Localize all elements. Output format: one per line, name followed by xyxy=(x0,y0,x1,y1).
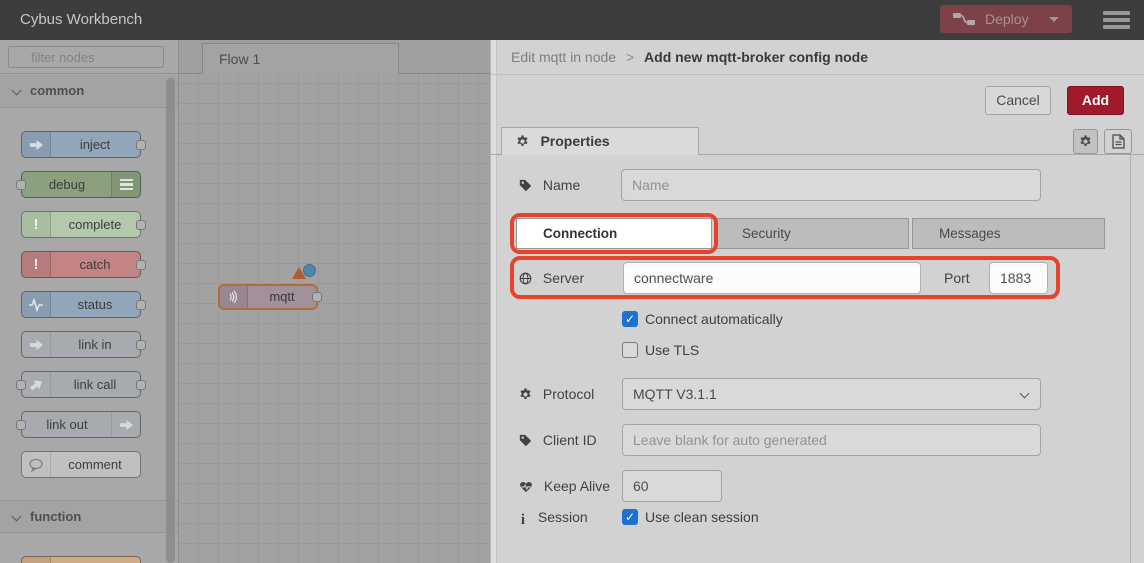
workspace-pane: Flow 1 mqtt xyxy=(179,40,490,563)
palette-node-link-in[interactable]: link in xyxy=(21,331,141,358)
chevron-down-icon xyxy=(1020,389,1030,399)
tab-messages[interactable]: Messages xyxy=(912,218,1105,249)
deploy-icon xyxy=(953,11,975,27)
palette-node-complete[interactable]: ! complete xyxy=(21,211,141,238)
use-clean-session-label[interactable]: Use clean session xyxy=(645,509,759,526)
breadcrumb-parent[interactable]: Edit mqtt in node xyxy=(511,49,616,65)
output-port[interactable] xyxy=(136,380,146,390)
input-port[interactable] xyxy=(16,420,26,430)
palette-node-catch[interactable]: ! catch xyxy=(21,251,141,278)
palette-search-row xyxy=(0,40,178,74)
palette-node-function-partial[interactable] xyxy=(21,556,141,563)
port-input[interactable] xyxy=(989,262,1048,294)
palette-category-function[interactable]: function xyxy=(0,500,178,533)
add-button[interactable]: Add xyxy=(1067,86,1124,115)
chevron-down-icon xyxy=(12,86,22,96)
deploy-dropdown-caret-icon[interactable] xyxy=(1049,17,1059,22)
palette-scrollbar[interactable] xyxy=(166,78,175,563)
cybus-workbench-window: Cybus Workbench Deploy common inj xyxy=(0,0,1144,563)
name-input[interactable] xyxy=(621,169,1041,201)
use-tls-label[interactable]: Use TLS xyxy=(645,342,699,359)
tab-connection[interactable]: Connection xyxy=(516,218,712,249)
breadcrumb-separator: > xyxy=(626,49,634,65)
node-changed-marker-icon xyxy=(303,264,316,277)
form-scroll-divider xyxy=(1130,155,1131,563)
function-icon xyxy=(22,557,51,563)
output-port[interactable] xyxy=(136,300,146,310)
connect-automatically-label[interactable]: Connect automatically xyxy=(645,311,783,328)
tag-icon xyxy=(519,434,532,447)
flow-canvas[interactable]: mqtt xyxy=(179,74,490,563)
breadcrumb-current: Add new mqtt-broker config node xyxy=(644,49,868,65)
server-input[interactable] xyxy=(623,262,921,294)
info-icon: i xyxy=(519,512,527,529)
tag-icon xyxy=(519,179,532,192)
gear-icon xyxy=(1079,135,1092,148)
input-port[interactable] xyxy=(16,380,26,390)
edit-config-tray: Edit mqtt in node > Add new mqtt-broker … xyxy=(490,40,1144,563)
deploy-button[interactable]: Deploy xyxy=(940,5,1072,33)
palette-node-link-call[interactable]: link call xyxy=(21,371,141,398)
cancel-button[interactable]: Cancel xyxy=(985,86,1051,115)
main-menu-icon[interactable] xyxy=(1103,11,1130,29)
client-id-field-label: Client ID xyxy=(519,424,597,456)
deploy-label: Deploy xyxy=(985,11,1029,27)
port-field-label: Port xyxy=(944,262,970,294)
tab-security[interactable]: Security xyxy=(715,218,909,249)
use-clean-session-checkbox[interactable]: ✓ xyxy=(622,509,638,525)
header-bar: Cybus Workbench Deploy xyxy=(0,0,1144,40)
palette-node-comment[interactable]: comment xyxy=(21,451,141,478)
keep-alive-field-label: Keep Alive xyxy=(519,470,610,502)
palette-node-status[interactable]: status xyxy=(21,291,141,318)
filter-nodes-input[interactable] xyxy=(8,46,164,68)
palette-node-inject[interactable]: inject xyxy=(21,131,141,158)
output-port[interactable] xyxy=(136,220,146,230)
workspace-tabbar: Flow 1 xyxy=(179,40,490,74)
document-icon xyxy=(1112,134,1125,149)
globe-icon xyxy=(519,272,532,285)
edit-properties-toggle-button[interactable] xyxy=(1073,129,1098,154)
output-port[interactable] xyxy=(136,260,146,270)
use-tls-checkbox[interactable] xyxy=(622,342,638,358)
tab-flow-1[interactable]: Flow 1 xyxy=(202,43,399,74)
gear-icon xyxy=(519,388,532,401)
connect-automatically-checkbox[interactable]: ✓ xyxy=(622,311,638,327)
output-port[interactable] xyxy=(312,292,322,302)
keep-alive-input[interactable] xyxy=(622,470,722,502)
protocol-field-label: Protocol xyxy=(519,378,594,410)
app-title: Cybus Workbench xyxy=(20,0,142,40)
output-port[interactable] xyxy=(136,340,146,350)
name-field-label: Name xyxy=(519,169,580,201)
mqtt-in-node[interactable]: mqtt xyxy=(218,284,318,310)
gear-icon xyxy=(516,135,529,148)
palette-node-link-out[interactable]: link out xyxy=(21,411,141,438)
breadcrumb: Edit mqtt in node > Add new mqtt-broker … xyxy=(491,40,1144,75)
wifi-arcs-icon xyxy=(220,286,248,308)
node-description-button[interactable] xyxy=(1104,129,1132,154)
node-palette: common inject debug ! complete ! catch xyxy=(0,40,179,563)
session-field-label: i Session xyxy=(519,509,588,529)
palette-node-debug[interactable]: debug xyxy=(21,171,141,198)
tab-properties[interactable]: Properties xyxy=(501,127,699,155)
client-id-input[interactable] xyxy=(622,424,1041,456)
chevron-down-icon xyxy=(12,512,22,522)
server-field-label: Server xyxy=(519,262,584,294)
input-port[interactable] xyxy=(16,180,26,190)
tray-resize-handle[interactable] xyxy=(491,40,497,563)
protocol-select[interactable]: MQTT V3.1.1 xyxy=(622,378,1041,410)
palette-category-common[interactable]: common xyxy=(0,75,178,108)
heartbeat-icon xyxy=(519,480,533,493)
output-port[interactable] xyxy=(136,140,146,150)
